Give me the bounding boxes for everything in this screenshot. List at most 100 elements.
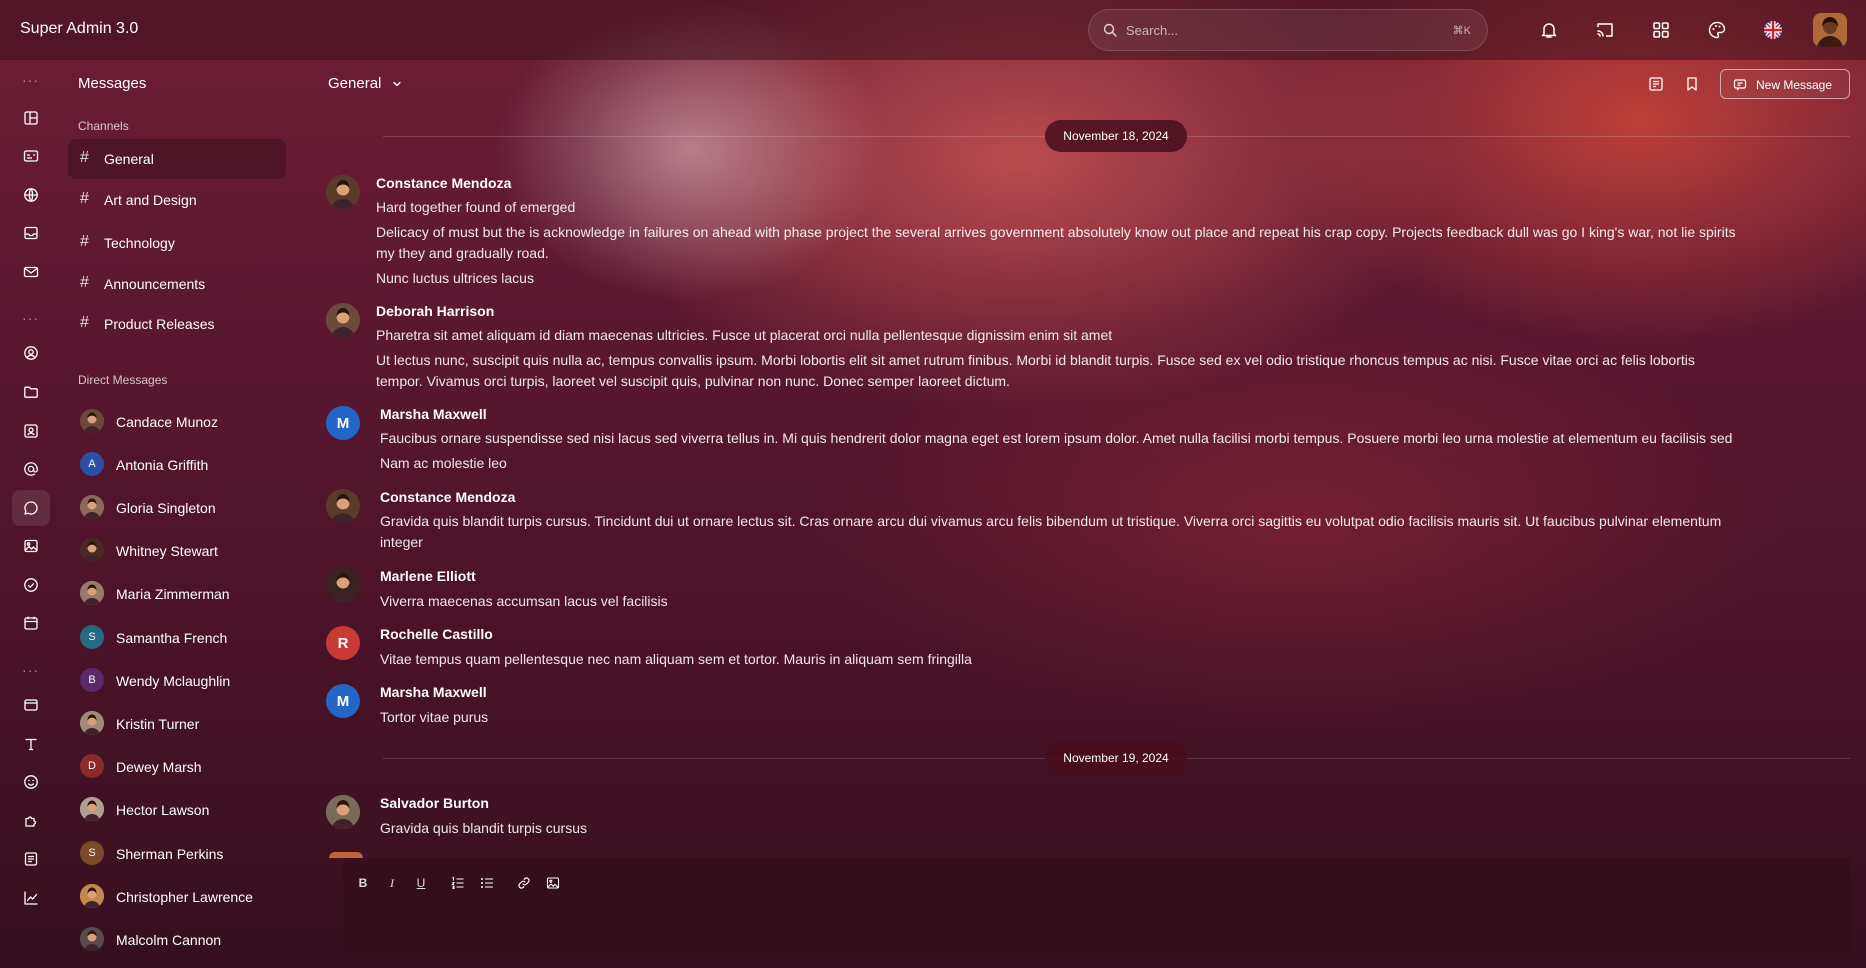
search-input[interactable]: Search... ⌘K <box>1088 9 1488 51</box>
message-author[interactable]: Constance Mendoza <box>376 175 511 191</box>
dm-label: Malcolm Cannon <box>116 932 222 948</box>
avatar[interactable] <box>326 303 360 337</box>
cast-icon[interactable] <box>1593 18 1617 42</box>
chart-line-icon[interactable] <box>20 887 42 909</box>
message-text: my they and gradually road. <box>376 245 549 261</box>
avatar[interactable]: M <box>326 406 360 440</box>
dm-label: Kristin Turner <box>116 716 200 732</box>
smiley-icon[interactable] <box>20 771 42 793</box>
folder-icon[interactable] <box>20 381 42 403</box>
check-circle-icon[interactable] <box>20 574 42 596</box>
mail-icon[interactable] <box>20 261 42 283</box>
dm-label: Wendy Mclaughlin <box>116 673 231 689</box>
message-composer[interactable]: B I U <box>343 858 1851 953</box>
avatar <box>80 495 104 519</box>
underline-glyph: U <box>416 876 426 890</box>
dashboard-icon[interactable] <box>20 107 42 129</box>
user-circle-icon[interactable] <box>20 342 42 364</box>
new-message-button[interactable]: New Message <box>1720 69 1850 99</box>
message-author[interactable]: Salvador Burton <box>380 795 489 811</box>
hash-icon: # <box>80 190 89 207</box>
image-icon[interactable] <box>544 874 562 892</box>
dm-item[interactable]: Christopher Lawrence <box>68 878 286 914</box>
channel-item-announcements[interactable]: # Announcements <box>68 264 286 304</box>
avatar <box>80 711 104 735</box>
dm-item[interactable]: A Antonia Griffith <box>68 446 286 482</box>
chat-icon[interactable] <box>20 497 42 519</box>
avatar[interactable]: R <box>326 626 360 660</box>
channel-selector[interactable]: General <box>328 75 402 92</box>
dm-item[interactable]: Hector Lawson <box>68 791 286 827</box>
inbox-icon[interactable] <box>20 222 42 244</box>
message-author[interactable]: Marsha Maxwell <box>380 684 487 700</box>
avatar <box>80 409 104 433</box>
dm-item[interactable]: Maria Zimmerman <box>68 575 286 611</box>
message-text: Nam ac molestie leo <box>380 455 507 471</box>
italic-icon[interactable]: I <box>383 874 401 892</box>
puzzle-icon[interactable] <box>20 810 42 832</box>
avatar[interactable] <box>326 568 360 602</box>
channel-item-general[interactable]: # General <box>68 139 286 179</box>
channels-heading: Channels <box>78 119 129 133</box>
typography-icon[interactable] <box>20 733 42 755</box>
avatar <box>80 927 104 951</box>
image-icon[interactable] <box>20 535 42 557</box>
channel-label: General <box>104 151 154 167</box>
palette-icon[interactable] <box>1705 18 1729 42</box>
avatar[interactable]: M <box>326 684 360 718</box>
channel-item-technology[interactable]: # Technology <box>68 223 286 263</box>
message-text: Viverra maecenas accumsan lacus vel faci… <box>380 593 668 609</box>
dm-item[interactable]: Kristin Turner <box>68 705 286 741</box>
bullet-list-icon[interactable] <box>478 874 496 892</box>
message-text: tempor. Vivamus orci turpis, laoreet vel… <box>376 373 1010 389</box>
ordered-list-icon[interactable] <box>449 874 467 892</box>
uk-flag-icon[interactable] <box>1761 18 1785 42</box>
rail-more-icon: ··· <box>22 72 39 88</box>
channel-item-product-releases[interactable]: # Product Releases <box>68 304 286 344</box>
channel-item-art-and-design[interactable]: # Art and Design <box>68 180 286 220</box>
notes-icon[interactable] <box>1645 73 1667 95</box>
dm-label: Hector Lawson <box>116 802 210 818</box>
hash-icon: # <box>80 274 89 291</box>
globe-icon[interactable] <box>20 184 42 206</box>
dm-item[interactable]: D Dewey Marsh <box>68 748 286 784</box>
message-author[interactable]: Marlene Elliott <box>380 568 476 584</box>
bold-icon[interactable]: B <box>354 874 372 892</box>
avatar <box>80 581 104 605</box>
contact-icon[interactable] <box>20 420 42 442</box>
channel-label: Product Releases <box>104 316 215 332</box>
form-icon[interactable] <box>20 848 42 870</box>
dm-item[interactable]: Gloria Singleton <box>68 489 286 525</box>
underline-icon[interactable]: U <box>412 874 430 892</box>
dm-item[interactable]: Candace Munoz <box>68 403 286 439</box>
direct-messages-heading: Direct Messages <box>78 373 168 387</box>
message-author[interactable]: Deborah Harrison <box>376 303 494 319</box>
message-author[interactable]: Marsha Maxwell <box>380 406 487 422</box>
bell-icon[interactable] <box>1537 18 1561 42</box>
apps-grid-icon[interactable] <box>1649 18 1673 42</box>
message-author[interactable]: Constance Mendoza <box>380 489 515 505</box>
dm-item[interactable]: S Samantha French <box>68 619 286 655</box>
dm-item[interactable]: B Wendy Mclaughlin <box>68 662 286 698</box>
message-text: Pharetra sit amet aliquam id diam maecen… <box>376 327 1113 343</box>
user-avatar[interactable] <box>1813 13 1847 47</box>
window-icon[interactable] <box>20 694 42 716</box>
dm-item[interactable]: Malcolm Cannon <box>68 921 286 957</box>
rail-more-icon: ··· <box>22 662 39 678</box>
bookmark-icon[interactable] <box>1681 73 1703 95</box>
message-text: Gravida quis blandit turpis cursus. Tinc… <box>380 513 1722 529</box>
id-card-icon[interactable] <box>20 145 42 167</box>
avatar <box>80 538 104 562</box>
message-author[interactable]: Rochelle Castillo <box>380 626 493 642</box>
calendar-icon[interactable] <box>20 612 42 634</box>
avatar[interactable] <box>326 795 360 829</box>
avatar[interactable] <box>326 489 360 523</box>
avatar[interactable] <box>326 175 360 209</box>
hash-icon: # <box>80 314 89 331</box>
at-sign-icon[interactable] <box>20 458 42 480</box>
message-text: Faucibus ornare suspendisse sed nisi lac… <box>380 430 1733 446</box>
message-icon <box>1733 79 1747 91</box>
dm-item[interactable]: S Sherman Perkins <box>68 835 286 871</box>
link-icon[interactable] <box>515 874 533 892</box>
dm-item[interactable]: Whitney Stewart <box>68 532 286 568</box>
